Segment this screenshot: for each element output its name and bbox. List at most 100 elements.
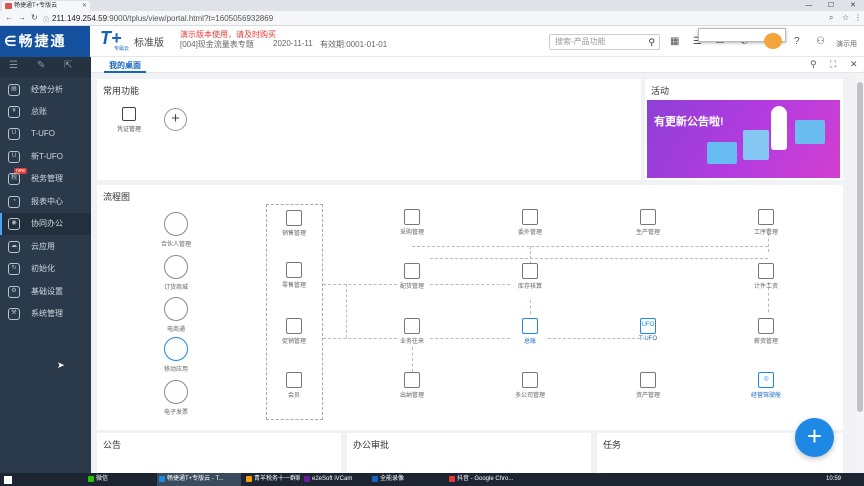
- flow-connector: [323, 338, 397, 339]
- menu-icon[interactable]: ☰: [9, 60, 18, 71]
- help-icon[interactable]: ?: [794, 36, 800, 47]
- task-title: 任务: [603, 440, 622, 450]
- bookmark-star-icon[interactable]: ☆: [842, 13, 849, 22]
- brand-arrow-icon: ∈: [4, 33, 19, 49]
- chart-board-icon: ▤: [8, 84, 20, 96]
- sidebar-item-7[interactable]: ☁ 云应用: [0, 236, 91, 258]
- flow-left-0[interactable]: 合伙人管理: [151, 212, 201, 248]
- flow-r3-2[interactable]: UFO T-UFO: [623, 318, 673, 342]
- flow-r1-2[interactable]: 生产管理: [623, 209, 673, 236]
- taskbar-item-1[interactable]: 畅捷通T+专版云 - T...: [157, 473, 241, 486]
- flow-connector: [430, 258, 768, 259]
- flow-r2-1[interactable]: 库存核算: [505, 263, 555, 290]
- flow-r4-1[interactable]: 多公司管理: [505, 372, 555, 399]
- flow-left-3-icon: [164, 337, 188, 361]
- flow-r3-0[interactable]: 业务往来: [387, 318, 437, 345]
- tab-search-icon[interactable]: ⚲: [810, 59, 817, 70]
- sidebar-item-0[interactable]: ▤ 经营分析: [0, 79, 91, 101]
- reload-icon[interactable]: ↻: [31, 13, 38, 22]
- fullscreen-icon[interactable]: ⛶: [830, 59, 836, 70]
- flow-r3-2-label: T-UFO: [639, 336, 657, 342]
- url-host: 211.149.254.59: [52, 14, 108, 23]
- flow-left-1[interactable]: 订货商城: [151, 255, 201, 291]
- search-input[interactable]: 搜索-产品功能 ⚲: [549, 34, 660, 50]
- sidebar-item-label: 新T-UFO: [31, 152, 63, 161]
- activity-banner[interactable]: [647, 100, 840, 178]
- taskbar-item-2[interactable]: 青羊税务十一群聊5个...: [244, 473, 300, 486]
- flow-r1-0[interactable]: 采购管理: [387, 209, 437, 236]
- flow-r1-3[interactable]: 工序管理: [741, 209, 791, 236]
- tab-my-desktop[interactable]: 我的桌面: [104, 59, 146, 73]
- flow-r3-3[interactable]: 薪资管理: [741, 318, 791, 345]
- taskbar-item-4[interactable]: 全能录像: [370, 473, 444, 486]
- sidebar-item-5[interactable]: ◔ 报表中心: [0, 191, 91, 213]
- flow-left-3[interactable]: 移动应用: [151, 337, 201, 373]
- menu-dots-icon[interactable]: ⋮: [854, 13, 862, 22]
- brand-logo[interactable]: ∈畅捷通: [0, 26, 90, 57]
- avatar[interactable]: [764, 33, 782, 49]
- sidebar-item-9[interactable]: ⚙ 基础设置: [0, 281, 91, 303]
- expand-icon[interactable]: ⇱: [64, 60, 72, 71]
- zoom-icon[interactable]: ⌕: [829, 13, 833, 23]
- tab-title: 畅捷通T+专版云: [14, 3, 58, 9]
- minimize-button[interactable]: —: [798, 0, 820, 11]
- flow-r1-1[interactable]: 委外管理: [505, 209, 555, 236]
- sidebar-item-10[interactable]: ⚒ 系统管理: [0, 303, 91, 325]
- flow-r4-3[interactable]: ◎ 经营驾驶舱: [741, 372, 791, 399]
- flow-r2-2[interactable]: 计件工资: [741, 263, 791, 290]
- flow-r4-3-label: 经营驾驶舱: [750, 393, 781, 399]
- flow-mid-1[interactable]: 零售管理: [269, 262, 319, 289]
- ledger-icon: ¥: [8, 106, 20, 118]
- browser-tab[interactable]: 畅捷通T+专版云 ✕: [2, 1, 90, 11]
- banner-text: 有更新公告啦!: [654, 116, 724, 128]
- flow-r1-0-label: 采购管理: [399, 230, 424, 236]
- username[interactable]: 演示用: [836, 39, 857, 49]
- flow-left-1-label: 订货商城: [163, 285, 188, 291]
- flow-r2-0-label: 配货管理: [399, 284, 424, 290]
- window-close-button[interactable]: ✕: [842, 0, 864, 11]
- fab-add-button[interactable]: +: [795, 418, 834, 457]
- flow-connector: [346, 284, 347, 338]
- flow-r4-2[interactable]: 资产管理: [623, 372, 673, 399]
- add-function-button[interactable]: +: [164, 108, 187, 131]
- tab-close-icon[interactable]: ✕: [82, 1, 87, 11]
- tab-close-icon[interactable]: ✕: [850, 59, 858, 70]
- sidebar-item-6[interactable]: ◉ 协同办公: [0, 213, 91, 235]
- maximize-button[interactable]: ☐: [820, 0, 842, 11]
- taskbar-item-3[interactable]: e2eSoft iVCam: [302, 473, 366, 486]
- sidebar-item-8[interactable]: ↻ 初始化: [0, 258, 91, 280]
- sidebar-item-label: 初始化: [31, 264, 55, 273]
- sidebar-item-1[interactable]: ¥ 总账: [0, 101, 91, 123]
- flow-mid-3[interactable]: 会员: [269, 372, 319, 399]
- company-account[interactable]: [004]现金流量表专题: [180, 39, 254, 50]
- scrollbar-thumb[interactable]: [857, 82, 863, 412]
- collaboration-icon: ◉: [8, 218, 20, 230]
- info-icon[interactable]: ⓘ: [43, 15, 49, 24]
- flow-left-2[interactable]: 电商通: [151, 297, 201, 333]
- flow-r3-1[interactable]: 总账: [505, 318, 555, 345]
- flow-left-4[interactable]: 电子发票: [151, 380, 201, 416]
- taskbar-item-5[interactable]: 抖音 - Google Chro...: [447, 473, 521, 486]
- forward-icon[interactable]: →: [18, 13, 26, 22]
- sidebar-item-2[interactable]: U T-UFO: [0, 123, 91, 145]
- product-sub: 专属云: [114, 46, 130, 52]
- windows-start-icon[interactable]: [4, 476, 12, 484]
- flow-r4-0[interactable]: 出纳管理: [387, 372, 437, 399]
- flow-mid-1-label: 零售管理: [281, 283, 306, 289]
- user-icon[interactable]: ⚇: [816, 36, 825, 47]
- flow-r2-0[interactable]: 配货管理: [387, 263, 437, 290]
- taskbar-item-0[interactable]: 微信: [86, 473, 152, 486]
- note-icon[interactable]: ✎: [37, 60, 45, 71]
- flow-r2-0-icon: [404, 263, 420, 279]
- sidebar-item-label: 系统管理: [31, 309, 63, 318]
- calculator-icon[interactable]: ▦: [670, 36, 679, 47]
- voucher-management[interactable]: 凭证管理: [112, 107, 146, 133]
- search-icon[interactable]: ⚲: [648, 35, 655, 49]
- url-path: :9000/tplus/view/portal.html?t=160505693…: [107, 14, 274, 23]
- sidebar-item-3[interactable]: U 新T-UFO: [0, 146, 91, 168]
- back-icon[interactable]: ←: [5, 13, 13, 22]
- flow-mid-0[interactable]: 销售管理: [269, 210, 319, 237]
- flow-mid-2[interactable]: 促销管理: [269, 318, 319, 345]
- sidebar-item-4[interactable]: 税 税务管理: [0, 168, 91, 190]
- url-field[interactable]: 211.149.254.59:9000/tplus/view/portal.ht…: [52, 13, 812, 24]
